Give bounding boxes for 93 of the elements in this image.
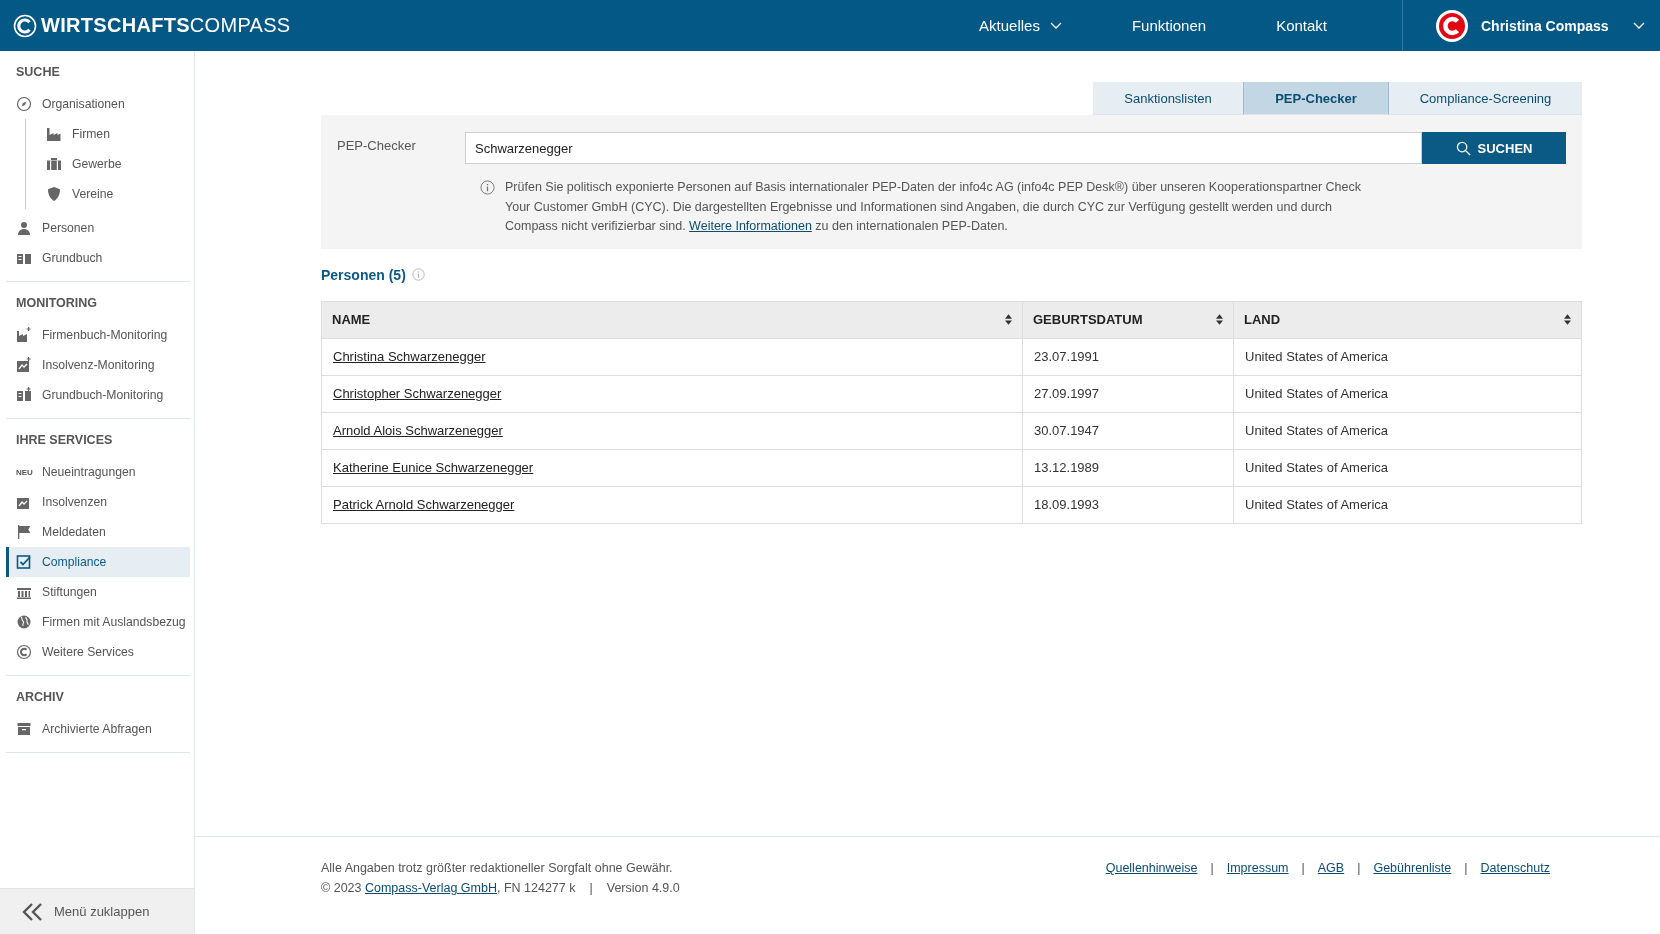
sort-icon [1216,314,1223,325]
footer-link[interactable]: Datenschutz [1480,861,1550,875]
book-plus-icon [16,387,32,403]
sidebar-item[interactable]: Stiftungen [6,577,190,607]
checkbox-icon [16,554,32,570]
section-title: MONITORING [15,295,99,312]
sidebar-item[interactable]: Weitere Services [6,637,190,667]
shield-icon [46,186,62,202]
copyright-text: © 2023 Compass-Verlag GmbH, FN 124277 k [321,881,576,895]
sidebar-item[interactable]: Vereine [26,179,190,209]
collapse-menu-button[interactable]: Menü zuklappen [0,888,194,934]
table-cell: United States of America [1233,375,1582,412]
column-header[interactable]: GEBURTSDATUM [1022,301,1234,338]
field-label: PEP-Checker [337,137,417,153]
logo-c-icon [13,13,37,38]
info-icon [480,180,495,195]
table-cell: 30.07.1947 [1022,412,1234,449]
sidebar-item[interactable]: Compliance [6,547,190,577]
sort-icon [1564,314,1571,325]
info-icon [411,268,425,281]
table-cell: United States of America [1233,449,1582,486]
avatar-icon [1435,8,1469,43]
copyright-c-icon [16,644,32,660]
person-link[interactable]: Christina Schwarzenegger [333,349,486,364]
chart-plus-icon [16,357,32,373]
sidebar-item[interactable]: Insolvenzen [6,487,190,517]
sidebar-item[interactable]: Gewerbe [26,149,190,179]
new-label: NEU [16,467,32,477]
person-icon [16,220,32,236]
info-text: Prüfen Sie politisch exponierte Personen auf Basis internationaler PEP-Daten der info4c AG (info4c PEP Desk®) über unseren Kooperationspartner Check Your Customer GmbH (CYC). Die dargestellten Ergebnisse und Informationen sind Angaben, die durch CYC zur Verfügung gestellt werden und durch Compass nicht verifizierbar sind. Weitere Informationen zu den internationalen PEP-Daten. [505,179,1362,235]
column-header[interactable]: NAME [321,301,1023,338]
separator: | [1464,861,1468,875]
factory-plus-icon [16,327,32,343]
table-cell: United States of America [1233,412,1582,449]
sidebar-item[interactable]: Personen [6,213,190,243]
more-info-link[interactable]: Weitere Informationen [689,219,812,233]
section-title: SUCHE [15,64,61,81]
chevron-down-icon [1633,21,1645,30]
search-icon [1455,140,1471,156]
person-link[interactable]: Arnold Alois Schwarzenegger [333,423,503,438]
sidebar-item[interactable]: Firmen [26,119,190,149]
logo-text: WIRTSCHAFTSCOMPASS [41,14,291,37]
version-text: Version 4.9.0 [606,881,680,895]
footer-link[interactable]: Impressum [1226,861,1289,875]
nav-link[interactable]: Funktionen [1096,17,1242,34]
table-cell: 18.09.1993 [1022,486,1234,523]
person-link[interactable]: Patrick Arnold Schwarzenegger [333,497,515,512]
compass-icon [16,96,32,112]
briefcase-icon [46,156,62,172]
sidebar-item[interactable]: Firmenbuch-Monitoring [6,320,190,350]
table-cell: 23.07.1991 [1022,338,1234,375]
archive-box-icon [16,721,32,737]
column-header[interactable]: LAND [1233,301,1582,338]
sidebar-item[interactable]: Firmen mit Auslandsbezug [6,607,190,637]
flag-icon [16,524,32,540]
separator: | [1357,861,1361,875]
nav-link[interactable]: Kontakt [1241,17,1362,34]
sidebar-item[interactable]: Organisationen [6,89,190,119]
person-link[interactable]: Christopher Schwarzenegger [333,386,502,401]
table-cell: United States of America [1233,338,1582,375]
sidebar-item[interactable]: NEU Neueintragungen [6,457,190,487]
factory-icon [46,126,62,142]
table-cell: 27.09.1997 [1022,375,1234,412]
footer-link[interactable]: Quellenhinweise [1105,861,1198,875]
globe-icon [16,614,32,630]
sidebar-item[interactable]: Grundbuch [6,243,190,273]
nav-link[interactable]: Aktuelles [944,17,1097,34]
results-title: Personen (5) [321,266,406,283]
publisher-link[interactable]: Compass-Verlag GmbH [364,881,497,895]
table-cell: United States of America [1233,486,1582,523]
table-cell: 13.12.1989 [1022,449,1234,486]
user-menu[interactable]: Christina Compass [1402,0,1660,51]
sidebar-item[interactable]: Grundbuch-Monitoring [6,380,190,410]
sidebar-item[interactable]: Archivierte Abfragen [6,714,190,744]
search-button[interactable]: SUCHEN [1422,132,1566,164]
separator: | [1210,861,1214,875]
section-title: ARCHIV [15,689,65,706]
disclaimer-text: Alle Angaben trotz größter redaktioneller Sorgfalt ohne Gewähr. [321,861,674,875]
separator: | [589,881,593,895]
chevron-down-icon [1049,21,1062,30]
tab[interactable]: Sanktionslisten [1093,82,1243,115]
double-chevron-left-icon [22,902,44,921]
section-title: IHRE SERVICES [15,432,114,449]
tab[interactable]: PEP-Checker [1243,82,1389,115]
tab[interactable]: Compliance-Screening [1389,82,1582,115]
search-field[interactable]: Schwarzenegger [465,132,1422,164]
separator: | [1301,861,1305,875]
sidebar-item[interactable]: Meldedaten [6,517,190,547]
sidebar-item[interactable]: Insolvenz-Monitoring [6,350,190,380]
footer-link[interactable]: Gebührenliste [1373,861,1452,875]
person-link[interactable]: Katherine Eunice Schwarzenegger [333,460,534,475]
sort-icon [1005,314,1012,325]
footer-link[interactable]: AGB [1317,861,1345,875]
